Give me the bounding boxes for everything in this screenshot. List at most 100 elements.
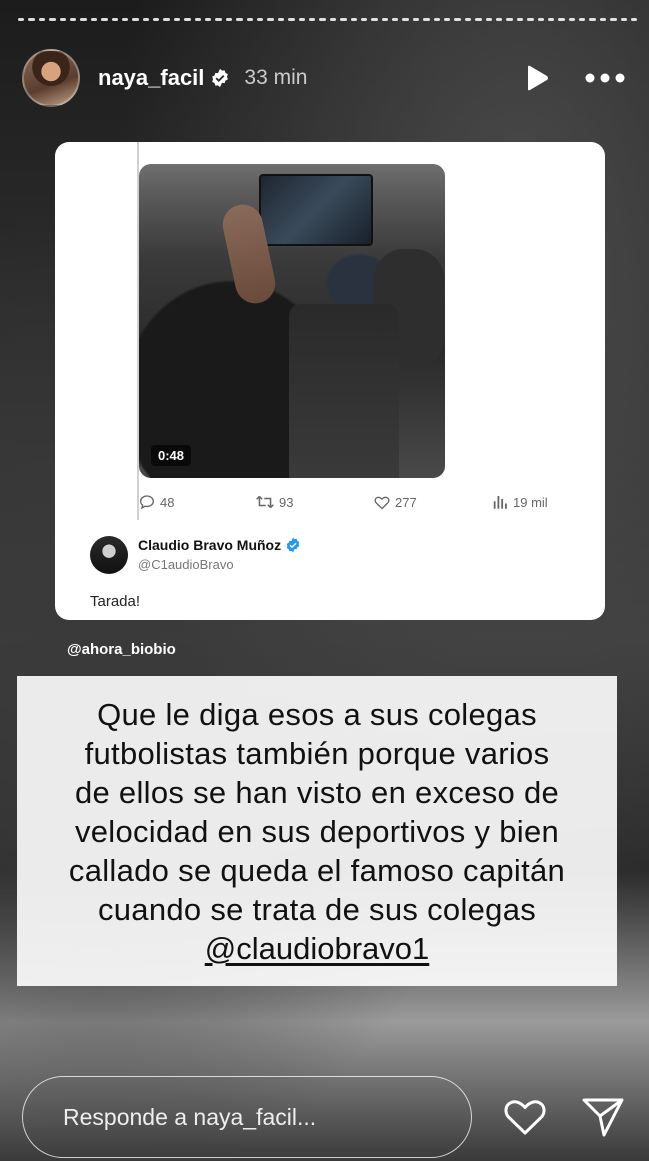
- progress-segment: [433, 18, 441, 21]
- progress-segment: [547, 18, 555, 21]
- progress-segment: [423, 18, 430, 21]
- caption-line: de ellos se han visto en exceso de: [74, 774, 560, 810]
- share-button[interactable]: [580, 1095, 626, 1139]
- caption-mention-link[interactable]: @claudiobravo1: [205, 929, 430, 968]
- source-mention-tag[interactable]: @ahora_biobio: [67, 641, 176, 658]
- reply-count[interactable]: 48: [139, 494, 174, 510]
- progress-segment: [69, 18, 77, 21]
- progress-segment: [277, 18, 285, 21]
- progress-segment: [111, 18, 118, 21]
- progress-segment: [579, 18, 586, 21]
- progress-segment: [288, 18, 295, 21]
- caption-text-panel: Que le diga esos a sus colegas futbolist…: [17, 676, 617, 986]
- reply-author-name: Claudio Bravo Muñoz: [138, 537, 282, 553]
- progress-segment: [101, 18, 108, 21]
- reply-bar[interactable]: [22, 1076, 472, 1158]
- tweet-screenshot-card: 0:48 48 93 277 19 mil Claudio Bravo Muño…: [55, 142, 605, 620]
- verified-badge-icon: [210, 68, 230, 88]
- story-viewer: naya_facil 33 min 0:48 48 93 277 19 mil …: [0, 0, 649, 1161]
- progress-segment: [132, 18, 139, 21]
- progress-segment: [80, 18, 87, 21]
- progress-segment: [121, 18, 129, 21]
- more-options-button[interactable]: [583, 58, 627, 98]
- progress-segment: [464, 18, 472, 21]
- heart-outline-icon: [374, 496, 390, 509]
- progress-segment: [153, 18, 160, 21]
- progress-segment: [236, 18, 243, 21]
- progress-segment: [527, 18, 534, 21]
- caption-line: futbolistas también porque varios: [84, 735, 550, 771]
- repost-count-label: 93: [279, 494, 294, 510]
- progress-segment: [340, 18, 347, 21]
- play-icon: [528, 65, 548, 91]
- repost-icon: [256, 495, 274, 509]
- progress-segment: [90, 18, 98, 21]
- caption-line: velocidad en sus deportivos y bien: [74, 813, 560, 849]
- progress-segment: [256, 18, 264, 21]
- tweet-video[interactable]: 0:48: [139, 164, 445, 478]
- progress-segment: [194, 18, 202, 21]
- progress-segment: [475, 18, 482, 21]
- progress-segment: [392, 18, 399, 21]
- more-dots-icon: [585, 73, 625, 83]
- progress-segment: [599, 18, 607, 21]
- reply-input[interactable]: [61, 1102, 445, 1132]
- progress-segment: [568, 18, 576, 21]
- progress-segment: [173, 18, 181, 21]
- progress-segment: [18, 18, 25, 21]
- view-count[interactable]: 19 mil: [493, 495, 548, 510]
- progress-segment: [516, 18, 524, 21]
- car-screen: [259, 174, 373, 246]
- progress-segment: [308, 18, 316, 21]
- progress-segment: [163, 18, 170, 21]
- comment-icon: [139, 495, 155, 510]
- progress-segment: [329, 18, 337, 21]
- reply-author-avatar[interactable]: [90, 536, 128, 574]
- caption-line: cuando se trata de sus colegas: [97, 891, 537, 927]
- progress-segment: [537, 18, 544, 21]
- tweet-stats: 48 93 277 19 mil: [139, 492, 559, 512]
- progress-segment: [205, 18, 212, 21]
- progress-segment: [506, 18, 513, 21]
- verified-blue-icon: [286, 537, 300, 553]
- progress-segment: [38, 18, 46, 21]
- progress-segment: [620, 18, 628, 21]
- progress-segment: [350, 18, 357, 21]
- car-console: [289, 304, 399, 478]
- progress-segment: [495, 18, 503, 21]
- heart-icon: [504, 1100, 546, 1135]
- progress-segment: [558, 18, 565, 21]
- progress-segment: [267, 18, 274, 21]
- reply-author-name-row[interactable]: Claudio Bravo Muñoz: [138, 537, 301, 553]
- story-progress-bar: [18, 18, 638, 21]
- reply-count-label: 48: [160, 494, 175, 510]
- progress-segment: [184, 18, 191, 21]
- reply-author-handle[interactable]: @C1audioBravo: [138, 557, 234, 572]
- reply-text: Tarada!: [90, 593, 141, 610]
- progress-segment: [381, 18, 389, 21]
- progress-segment: [610, 18, 617, 21]
- username[interactable]: naya_facil: [98, 65, 204, 91]
- profile-avatar[interactable]: [22, 49, 80, 107]
- progress-segment: [589, 18, 596, 21]
- paper-plane-icon: [582, 1098, 624, 1137]
- progress-segment: [454, 18, 461, 21]
- progress-segment: [246, 18, 253, 21]
- progress-segment: [444, 18, 451, 21]
- play-button[interactable]: [517, 58, 557, 98]
- progress-segment: [142, 18, 150, 21]
- view-count-label: 19 mil: [513, 494, 548, 510]
- repost-count[interactable]: 93: [256, 494, 293, 510]
- progress-segment: [412, 18, 420, 21]
- progress-segment: [319, 18, 326, 21]
- progress-segment: [59, 18, 66, 21]
- like-count-label: 277: [395, 494, 417, 510]
- views-bar-icon: [493, 496, 507, 509]
- progress-segment: [371, 18, 378, 21]
- like-count[interactable]: 277: [374, 495, 417, 510]
- video-duration: 0:48: [151, 445, 192, 466]
- progress-segment: [360, 18, 368, 21]
- progress-segment: [402, 18, 409, 21]
- progress-segment: [49, 18, 56, 21]
- like-button[interactable]: [502, 1095, 548, 1139]
